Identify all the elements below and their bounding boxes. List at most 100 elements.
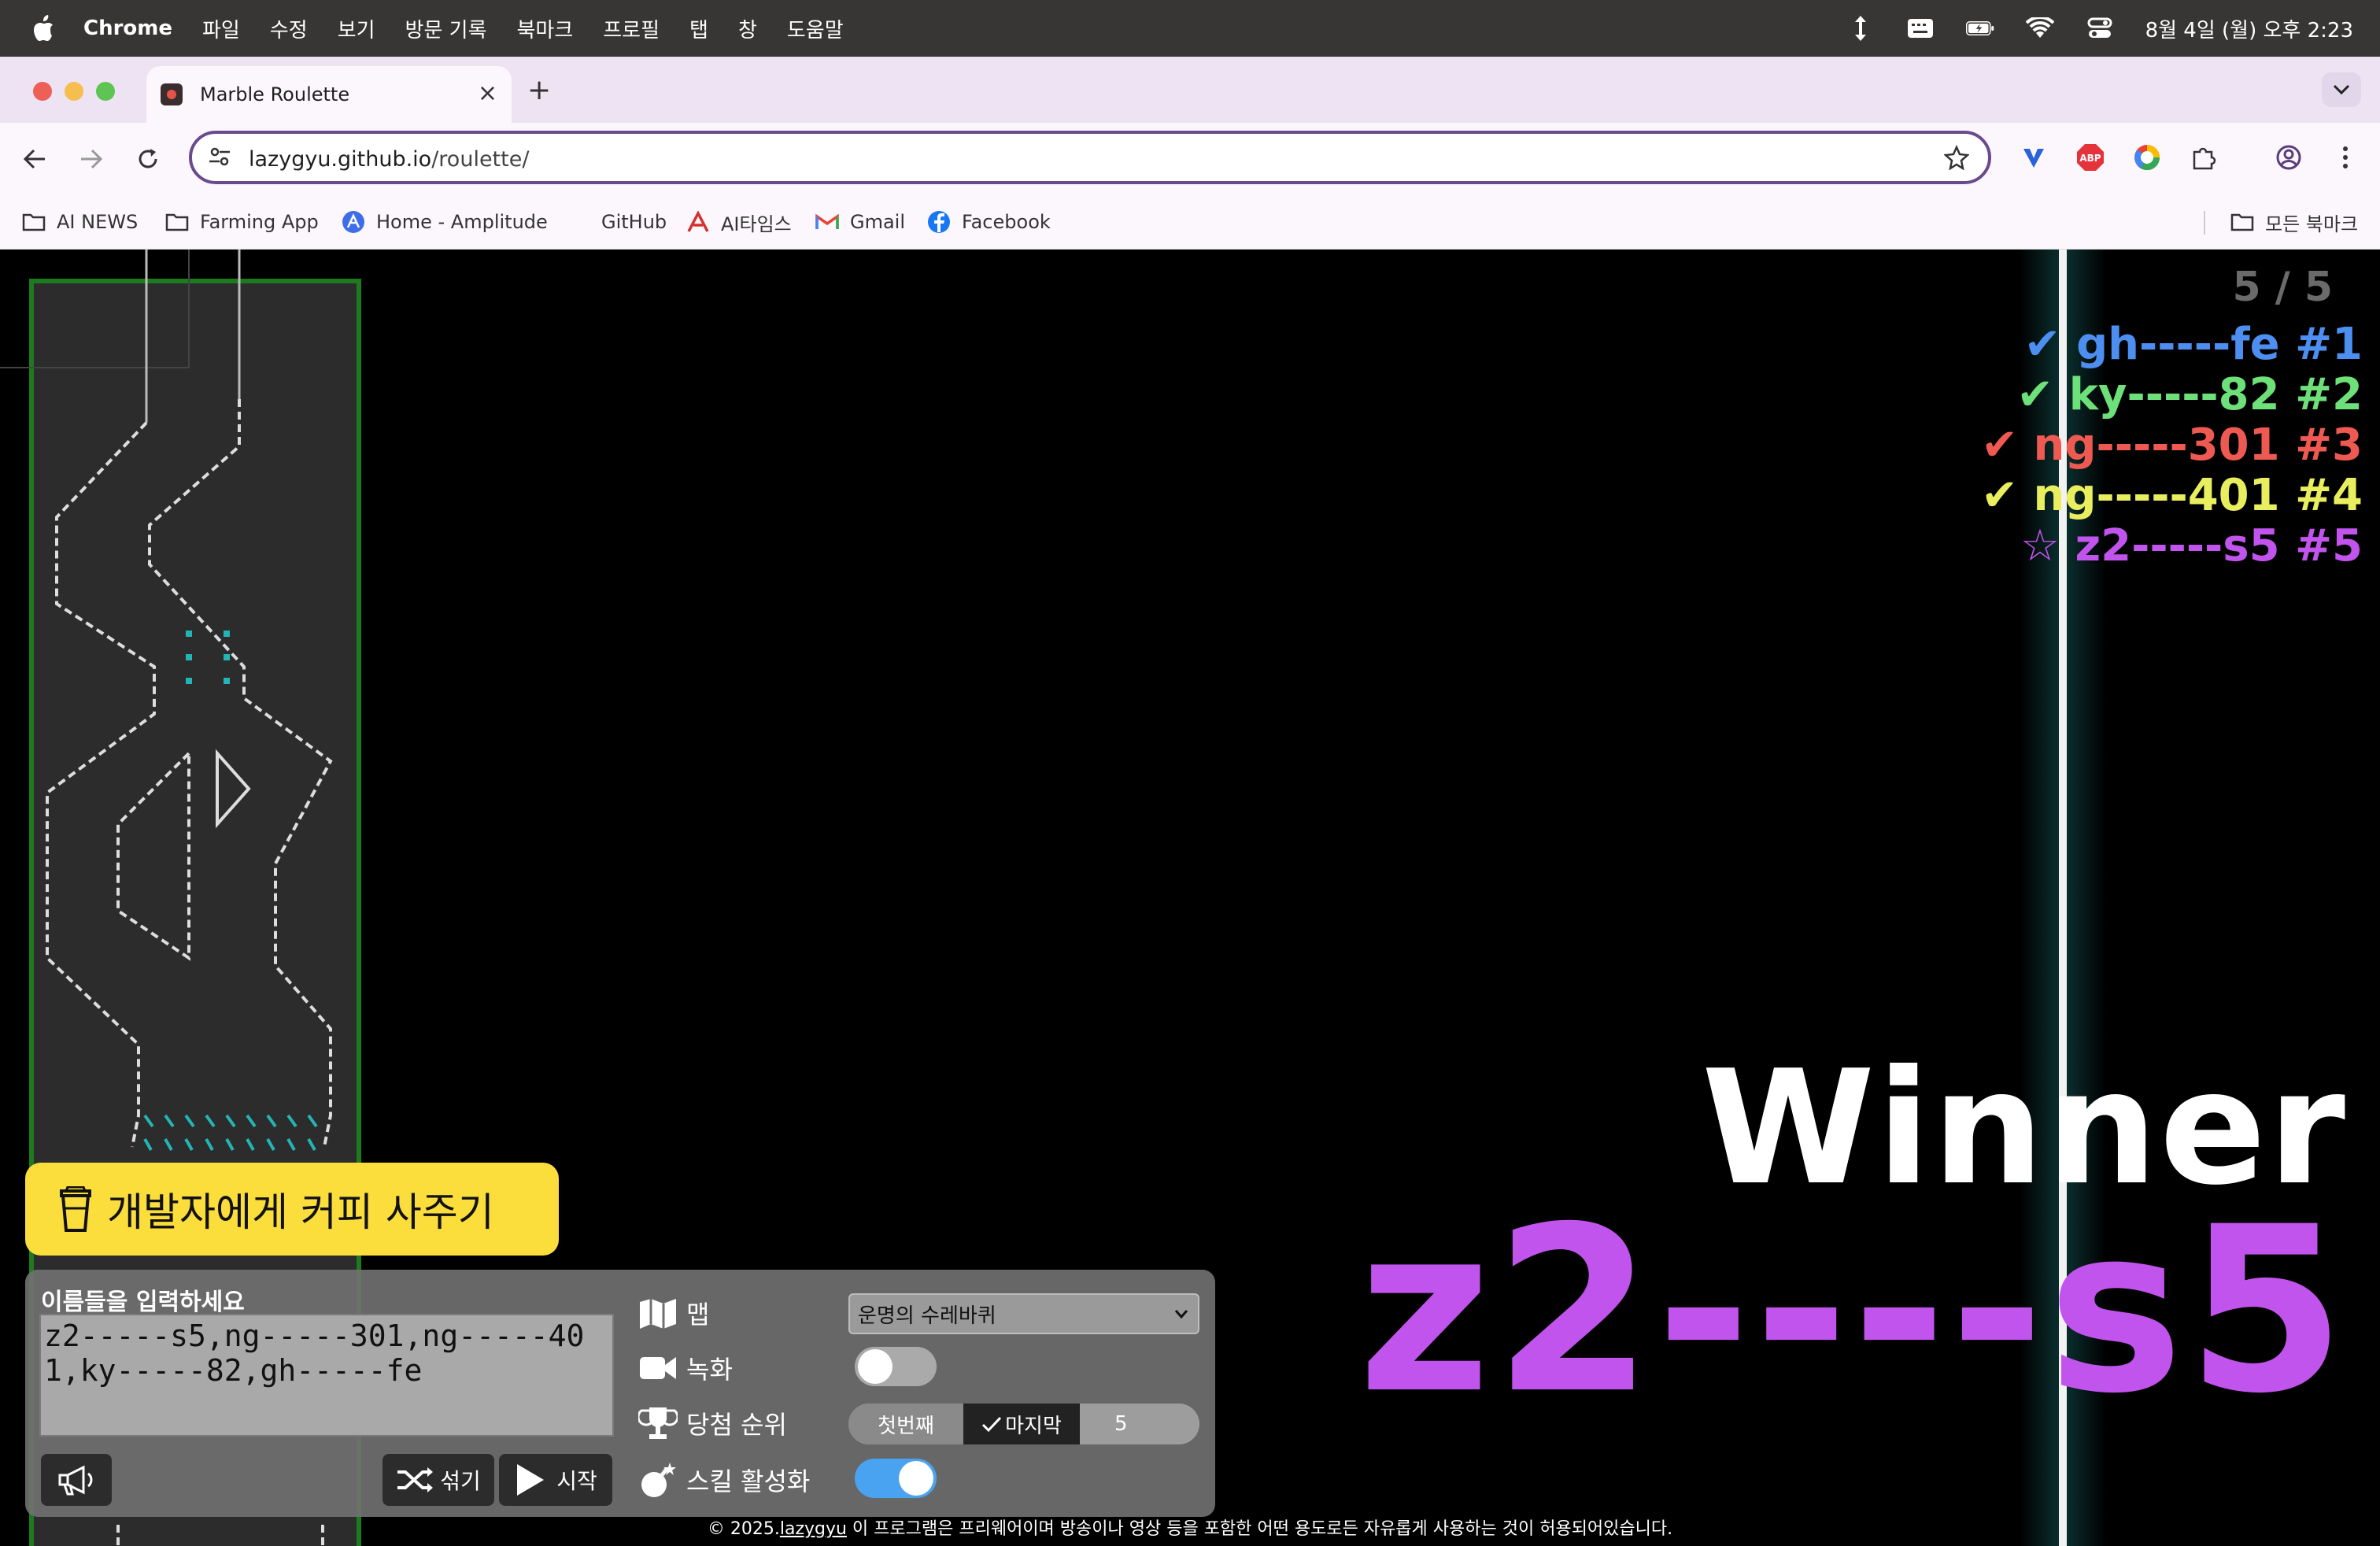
back-arrow-icon[interactable] xyxy=(14,139,55,179)
new-tab-plus-icon[interactable]: + xyxy=(527,74,551,106)
bookmark-ai-news[interactable]: AI NEWS xyxy=(22,205,138,239)
menu-help[interactable]: 도움말 xyxy=(787,14,844,43)
footer-prefix: © 2025. xyxy=(707,1519,780,1539)
window-zoom-button[interactable] xyxy=(96,82,115,101)
facebook-icon xyxy=(927,210,951,234)
menu-window[interactable]: 창 xyxy=(738,14,757,43)
map-select[interactable]: 운명의 수레바퀴 xyxy=(848,1293,1199,1334)
bookmark-github[interactable]: GitHub xyxy=(567,205,667,239)
rank-last-option[interactable]: 마지막 xyxy=(963,1404,1080,1444)
menu-app-name[interactable]: Chrome xyxy=(83,17,172,40)
skill-label: 스킬 활성화 xyxy=(686,1466,811,1496)
url-text[interactable]: lazygyu.github.io/roulette/ xyxy=(249,147,529,172)
ranking-name: gh-----fe xyxy=(2076,319,2280,370)
footer-text: 이 프로그램은 프리웨어이며 방송이나 영상 등을 포함한 어떤 용도로든 자유… xyxy=(846,1519,1673,1539)
ranking-name: ng-----401 xyxy=(2033,470,2280,521)
menu-file[interactable]: 파일 xyxy=(202,14,240,43)
bookmark-label: Home - Amplitude xyxy=(376,211,548,233)
menu-history[interactable]: 방문 기록 xyxy=(405,14,487,43)
start-button[interactable]: 시작 xyxy=(499,1454,612,1506)
battery-icon[interactable] xyxy=(1965,17,1994,40)
map-row-label: 맵 xyxy=(638,1295,709,1331)
trophy-icon xyxy=(638,1406,678,1441)
wifi-icon[interactable] xyxy=(2025,17,2054,40)
ranking-position: #1 xyxy=(2295,319,2363,370)
menu-profile[interactable]: 프로필 xyxy=(603,14,660,43)
chevron-down-icon xyxy=(1173,1304,1190,1329)
map-icon xyxy=(638,1296,678,1330)
svg-text:ABP: ABP xyxy=(2079,153,2101,164)
profile-avatar-icon[interactable] xyxy=(2271,140,2306,175)
menu-edit[interactable]: 수정 xyxy=(270,14,308,43)
rank-segmented-control: 첫번째 마지막 5 xyxy=(848,1404,1199,1444)
aitimes-logo-icon xyxy=(686,210,710,234)
amplitude-icon xyxy=(342,210,365,234)
control-center-icon[interactable] xyxy=(2086,17,2114,40)
window-minimize-button[interactable] xyxy=(65,82,83,101)
bookmark-label: Facebook xyxy=(962,211,1051,233)
winner-name: z2----s5 xyxy=(1358,1178,2349,1444)
ranking-position: #2 xyxy=(2295,369,2363,420)
record-row-label: 녹화 xyxy=(638,1350,733,1386)
footer-author-link[interactable]: lazygyu xyxy=(780,1519,847,1539)
star-icon: ☆ xyxy=(2020,520,2060,571)
check-icon: ✔ xyxy=(2023,319,2061,370)
menu-bookmarks[interactable]: 북마크 xyxy=(517,14,574,43)
ranking-name: ky-----82 xyxy=(2068,369,2280,420)
bookmark-star-icon[interactable] xyxy=(1943,144,1970,173)
buy-coffee-button[interactable]: 개발자에게 커피 사주기 xyxy=(25,1163,559,1256)
progress-counter: 5 / 5 xyxy=(2232,264,2333,311)
bookmark-aitimes[interactable]: AI타임스 xyxy=(686,205,792,239)
address-bar[interactable]: lazygyu.github.io/roulette/ xyxy=(189,131,1991,184)
url-path: /roulette/ xyxy=(431,147,530,172)
coffee-cup-icon xyxy=(58,1185,93,1233)
bookmark-farming-app[interactable]: Farming App xyxy=(165,205,319,239)
map-label: 맵 xyxy=(686,1300,710,1330)
ranking-name: z2-----s5 xyxy=(2075,520,2280,571)
announce-button[interactable] xyxy=(41,1454,112,1506)
shuffle-button[interactable]: 섞기 xyxy=(382,1454,494,1506)
site-settings-icon[interactable] xyxy=(208,145,231,172)
menu-tab[interactable]: 탭 xyxy=(689,14,708,43)
rank-number-input[interactable]: 5 xyxy=(1080,1404,1199,1444)
names-input-label: 이름들을 입력하세요 xyxy=(41,1289,245,1316)
ranking-entry-5: ☆ z2-----s5 #5 xyxy=(2020,520,2363,571)
ranking-entry-3: ✔ ng-----301 #3 xyxy=(1981,420,2363,471)
bookmark-label: AI타임스 xyxy=(721,213,792,235)
menu-view[interactable]: 보기 xyxy=(338,14,375,43)
reload-icon[interactable] xyxy=(128,139,168,179)
folder-icon xyxy=(165,210,189,234)
bookmark-amplitude[interactable]: Home - Amplitude xyxy=(342,205,548,239)
footer-copyright: © 2025.lazygyu 이 프로그램은 프리웨어이며 방송이나 영상 등을… xyxy=(0,1515,2380,1540)
tab-close-icon[interactable]: × xyxy=(478,82,497,105)
extension-v-icon[interactable] xyxy=(2016,140,2051,175)
toggle-knob xyxy=(858,1349,893,1384)
bookmark-label: Farming App xyxy=(200,211,319,233)
keyboard-icon[interactable] xyxy=(1906,17,1935,40)
chrome-menu-icon[interactable] xyxy=(2328,140,2363,175)
bookmark-gmail[interactable]: Gmail xyxy=(815,205,905,239)
check-icon: ✔ xyxy=(2016,369,2054,420)
rank-first-option[interactable]: 첫번째 xyxy=(848,1404,963,1444)
record-toggle[interactable] xyxy=(855,1347,937,1386)
names-textarea[interactable]: z2-----s5,ng-----301,ng-----401,ky-----8… xyxy=(39,1314,614,1437)
extensions-puzzle-icon[interactable] xyxy=(2186,140,2221,175)
marble-favicon-icon xyxy=(161,83,183,105)
bookmark-label: 모든 북마크 xyxy=(2265,213,2359,235)
resize-arrows-icon[interactable] xyxy=(1846,16,1875,41)
skill-toggle[interactable] xyxy=(855,1459,937,1498)
roulette-page: 5 / 5 ✔ gh-----fe #1 ✔ ky-----82 #2 ✔ ng… xyxy=(0,250,2380,1546)
gmail-icon xyxy=(815,210,839,234)
tab-marble-roulette[interactable]: Marble Roulette × xyxy=(146,66,512,123)
tab-search-chevron-icon[interactable] xyxy=(2322,72,2361,107)
shuffle-label: 섞기 xyxy=(440,1468,481,1494)
apple-icon[interactable] xyxy=(31,14,57,43)
bookmark-all-bookmarks[interactable]: 모든 북마크 xyxy=(2230,205,2358,239)
forward-arrow-icon[interactable] xyxy=(71,139,112,179)
bookmark-facebook[interactable]: Facebook xyxy=(927,205,1051,239)
adblock-icon[interactable]: ABP xyxy=(2073,140,2108,175)
window-close-button[interactable] xyxy=(33,82,52,101)
ranking-entry-2: ✔ ky-----82 #2 xyxy=(2016,369,2363,420)
color-picker-extension-icon[interactable] xyxy=(2130,140,2164,175)
menu-clock[interactable]: 8월 4일 (월) 오후 2:23 xyxy=(2145,14,2353,43)
